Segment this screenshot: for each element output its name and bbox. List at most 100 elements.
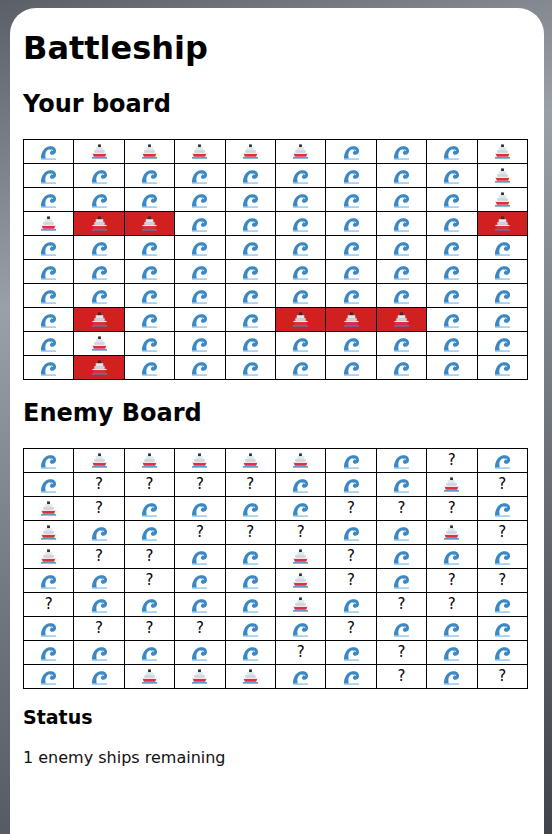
board-cell[interactable]: [124, 665, 174, 689]
board-cell[interactable]: [225, 593, 275, 617]
board-cell[interactable]: [74, 449, 124, 473]
board-cell[interactable]: [74, 641, 124, 665]
board-cell[interactable]: ?: [477, 665, 527, 689]
board-cell[interactable]: ?: [74, 617, 124, 641]
board-cell[interactable]: ?: [326, 569, 376, 593]
board-cell[interactable]: [326, 449, 376, 473]
board-cell[interactable]: [175, 665, 225, 689]
board-cell[interactable]: ?: [124, 473, 174, 497]
board-cell[interactable]: [175, 641, 225, 665]
board-cell[interactable]: [376, 473, 426, 497]
board-cell[interactable]: [477, 545, 527, 569]
board-cell[interactable]: [24, 521, 74, 545]
board-cell[interactable]: [175, 593, 225, 617]
board-cell[interactable]: [477, 641, 527, 665]
board-cell[interactable]: ?: [376, 593, 426, 617]
board-cell[interactable]: [24, 473, 74, 497]
board-cell[interactable]: [175, 497, 225, 521]
board-cell[interactable]: [427, 545, 477, 569]
board-cell[interactable]: [275, 593, 325, 617]
board-cell[interactable]: ?: [74, 545, 124, 569]
board-cell[interactable]: [376, 545, 426, 569]
board-cell[interactable]: ?: [175, 617, 225, 641]
board-cell[interactable]: [24, 497, 74, 521]
board-cell[interactable]: [24, 665, 74, 689]
board-cell[interactable]: [24, 569, 74, 593]
board-cell[interactable]: [427, 617, 477, 641]
board-cell[interactable]: [225, 665, 275, 689]
board-cell[interactable]: [427, 641, 477, 665]
board-cell[interactable]: [124, 497, 174, 521]
board-cell[interactable]: [477, 449, 527, 473]
board-cell[interactable]: [275, 617, 325, 641]
board-cell[interactable]: [225, 545, 275, 569]
board-cell[interactable]: [275, 545, 325, 569]
board-cell[interactable]: [74, 593, 124, 617]
board-cell[interactable]: [225, 617, 275, 641]
board-cell[interactable]: [376, 521, 426, 545]
board-cell[interactable]: [326, 521, 376, 545]
board-cell[interactable]: ?: [326, 497, 376, 521]
board-cell[interactable]: [175, 569, 225, 593]
board-cell[interactable]: ?: [124, 617, 174, 641]
board-cell[interactable]: [275, 665, 325, 689]
board-cell[interactable]: ?: [175, 521, 225, 545]
board-cell[interactable]: [225, 569, 275, 593]
board-cell[interactable]: [124, 521, 174, 545]
board-cell[interactable]: ?: [427, 593, 477, 617]
board-cell[interactable]: ?: [427, 449, 477, 473]
board-cell[interactable]: ?: [74, 497, 124, 521]
board-cell[interactable]: ?: [225, 521, 275, 545]
board-cell[interactable]: ?: [275, 641, 325, 665]
board-cell[interactable]: [124, 641, 174, 665]
board-cell[interactable]: [376, 449, 426, 473]
board-cell[interactable]: ?: [427, 569, 477, 593]
board-cell[interactable]: [427, 665, 477, 689]
board-cell[interactable]: [477, 497, 527, 521]
board-cell[interactable]: [24, 617, 74, 641]
board-cell[interactable]: [275, 449, 325, 473]
board-cell[interactable]: [427, 473, 477, 497]
board-cell[interactable]: [74, 521, 124, 545]
board-cell[interactable]: [124, 593, 174, 617]
board-cell[interactable]: [175, 449, 225, 473]
board-cell[interactable]: ?: [477, 473, 527, 497]
board-cell[interactable]: [376, 617, 426, 641]
board-cell[interactable]: [124, 449, 174, 473]
board-cell[interactable]: ?: [326, 545, 376, 569]
board-cell[interactable]: [225, 641, 275, 665]
board-cell[interactable]: ?: [24, 593, 74, 617]
board-cell[interactable]: [477, 593, 527, 617]
board-cell[interactable]: ?: [175, 473, 225, 497]
board-cell[interactable]: [275, 497, 325, 521]
board-cell[interactable]: [74, 569, 124, 593]
board-cell[interactable]: [326, 641, 376, 665]
board-cell[interactable]: [175, 545, 225, 569]
board-cell[interactable]: ?: [427, 497, 477, 521]
board-cell[interactable]: [376, 569, 426, 593]
board-cell[interactable]: [326, 593, 376, 617]
board-cell[interactable]: [275, 473, 325, 497]
board-cell[interactable]: [225, 449, 275, 473]
board-cell[interactable]: ?: [124, 569, 174, 593]
board-cell[interactable]: [225, 497, 275, 521]
board-cell[interactable]: ?: [376, 641, 426, 665]
board-cell[interactable]: ?: [225, 473, 275, 497]
board-cell[interactable]: ?: [376, 497, 426, 521]
board-cell[interactable]: ?: [124, 545, 174, 569]
board-cell[interactable]: [477, 617, 527, 641]
board-cell[interactable]: [326, 665, 376, 689]
board-cell[interactable]: [74, 665, 124, 689]
board-cell[interactable]: ?: [477, 569, 527, 593]
board-cell[interactable]: ?: [74, 473, 124, 497]
board-cell[interactable]: [326, 473, 376, 497]
board-cell[interactable]: [275, 569, 325, 593]
board-cell[interactable]: [427, 521, 477, 545]
board-cell[interactable]: ?: [275, 521, 325, 545]
board-cell[interactable]: [24, 545, 74, 569]
board-cell[interactable]: [24, 449, 74, 473]
board-cell[interactable]: ?: [477, 521, 527, 545]
board-cell[interactable]: ?: [376, 665, 426, 689]
board-cell[interactable]: ?: [326, 617, 376, 641]
board-cell[interactable]: [24, 641, 74, 665]
